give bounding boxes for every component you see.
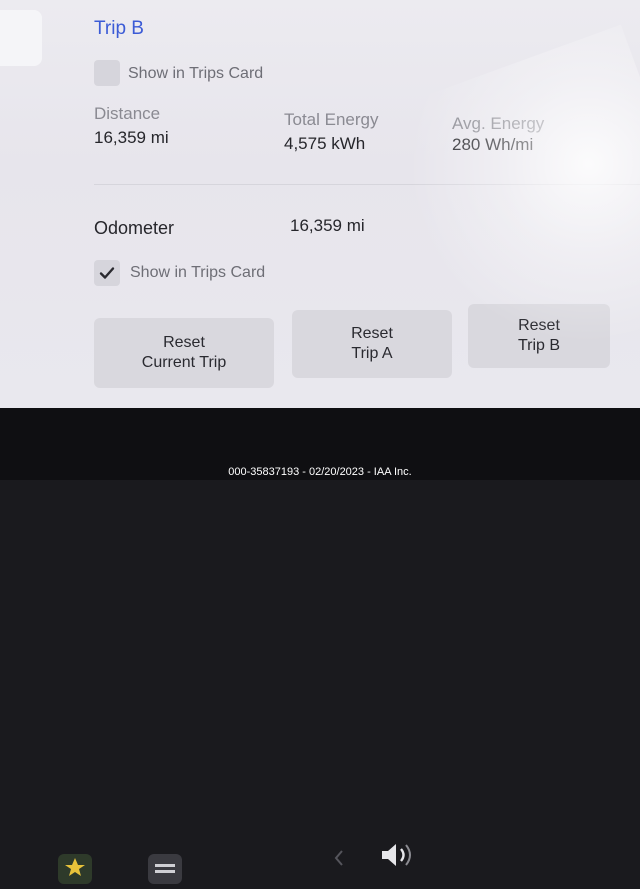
odometer-show-label: Show in Trips Card (130, 264, 266, 281)
reset-a-line2: Trip A (351, 345, 393, 362)
reset-trip-a-button[interactable]: Reset Trip A (292, 310, 452, 378)
side-panel-tab[interactable] (0, 10, 42, 66)
trip-b-show-label: Show in Trips Card (128, 65, 264, 82)
reset-b-line2: Trip B (517, 337, 561, 354)
trip-b-title: Trip B (94, 18, 144, 39)
total-energy-label: Total Energy (284, 110, 379, 129)
reset-current-line1: Reset (163, 334, 205, 351)
reset-current-line2: Current Trip (141, 354, 227, 371)
odometer-show-checkbox[interactable] (94, 260, 120, 286)
reset-current-trip-button[interactable]: Reset Current Trip (94, 318, 274, 388)
checkmark-icon (99, 267, 115, 279)
menu-icon[interactable] (148, 854, 182, 884)
distance-label: Distance (94, 104, 161, 123)
volume-icon[interactable] (378, 840, 418, 870)
avg-energy-label: Avg. Energy (452, 114, 545, 133)
avg-energy-value: 280 Wh/mi (452, 135, 534, 154)
reset-b-line1: Reset (518, 317, 560, 334)
section-divider (94, 184, 640, 185)
reset-trip-b-button[interactable]: Reset Trip B (468, 304, 610, 368)
odometer-label: Odometer (94, 218, 175, 238)
chevron-left-icon[interactable] (332, 848, 346, 868)
games-icon[interactable] (58, 854, 92, 884)
taskbar: 000-35837193 - 02/20/2023 - IAA Inc. (0, 408, 640, 884)
image-caption: 000-35837193 - 02/20/2023 - IAA Inc. (228, 466, 412, 478)
total-energy-value: 4,575 kWh (284, 134, 366, 153)
odometer-value: 16,359 mi (290, 216, 365, 235)
trip-b-show-checkbox[interactable] (94, 60, 120, 86)
distance-value: 16,359 mi (94, 128, 169, 147)
reset-a-line1: Reset (351, 325, 393, 342)
trip-settings-screen: Trip B Show in Trips Card Distance 16,35… (0, 0, 640, 408)
